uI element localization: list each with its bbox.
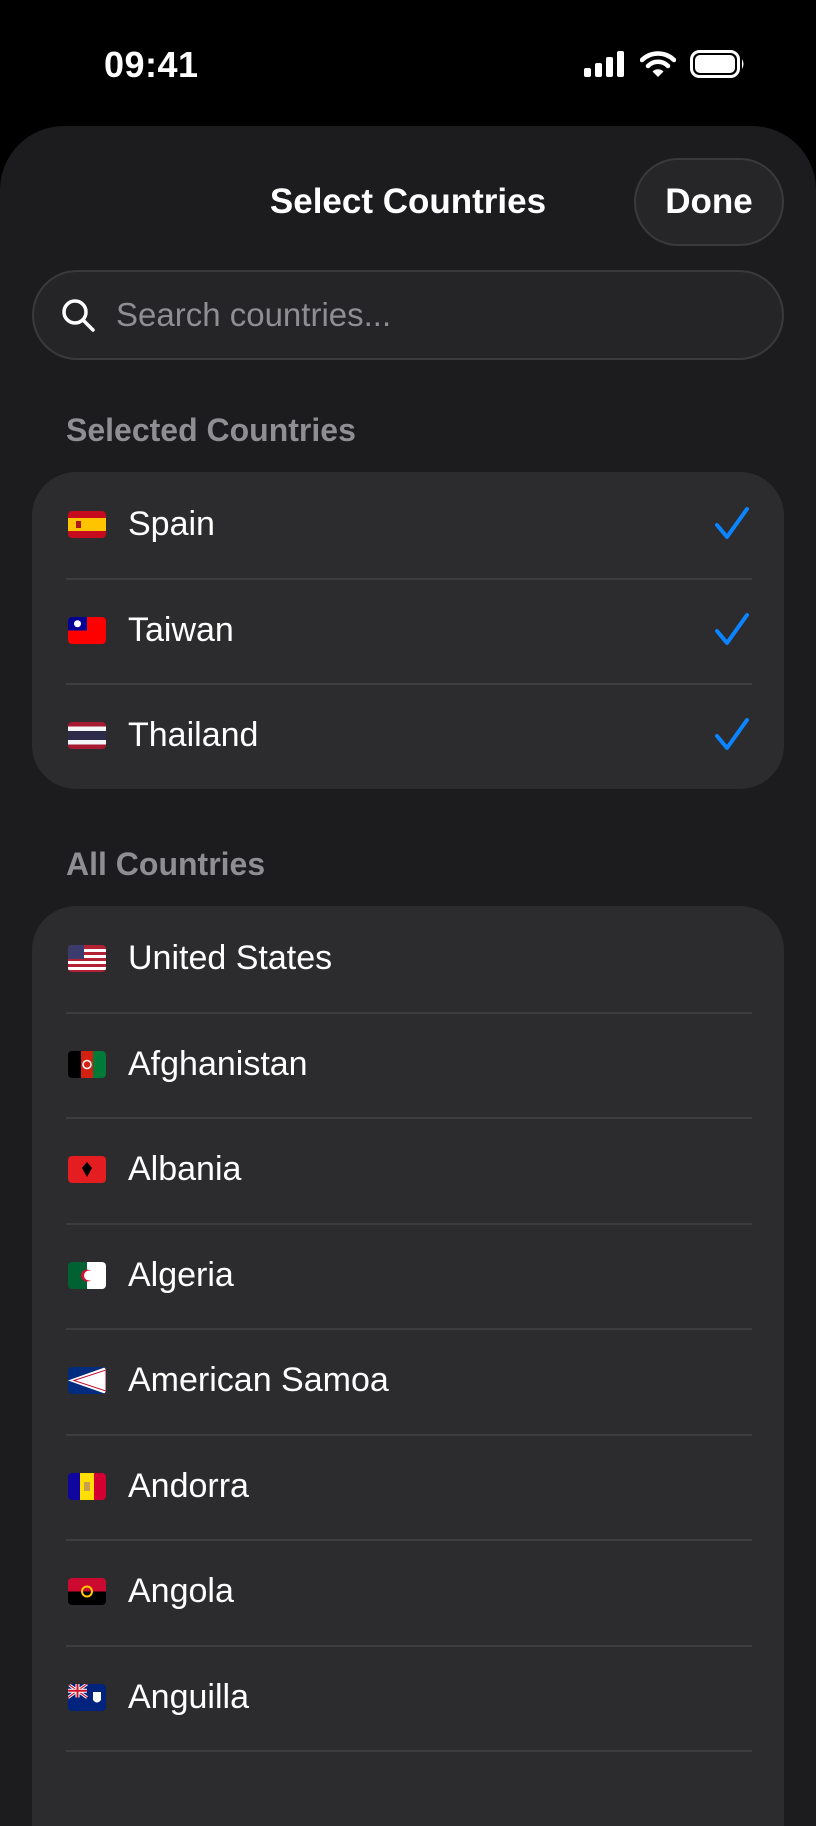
country-name: Anguilla [128, 1677, 249, 1716]
checkmark-icon [715, 507, 749, 539]
status-icons [584, 50, 746, 78]
country-name: Afghanistan [128, 1044, 308, 1083]
american-samoa-flag-icon [68, 1367, 106, 1395]
status-bar: 09:41 [0, 0, 816, 126]
algeria-flag-icon [68, 1261, 106, 1289]
country-name: United States [128, 939, 333, 978]
selected-country-row-thailand[interactable]: Thailand [32, 683, 784, 789]
country-row-afghanistan[interactable]: Afghanistan [32, 1011, 784, 1118]
country-name: Andorra [128, 1466, 249, 1505]
search-icon [62, 299, 95, 332]
all-countries-list: United States Afghanistan Albania Algeri… [32, 906, 784, 1826]
country-name: Thailand [128, 716, 259, 755]
checkmark-icon [715, 718, 749, 750]
country-row-algeria[interactable]: Algeria [32, 1222, 784, 1329]
thailand-flag-icon [68, 722, 106, 750]
checkmark-icon [715, 612, 749, 645]
albania-flag-icon [68, 1156, 106, 1184]
country-row-anguilla[interactable]: Anguilla [32, 1644, 784, 1751]
country-picker-sheet: Select Countries Done Search countries..… [0, 126, 816, 1826]
country-name: Taiwan [128, 610, 234, 649]
united-states-flag-icon [68, 945, 106, 973]
selected-countries-list: Spain Taiwan Thailand [32, 472, 784, 789]
andorra-flag-icon [68, 1472, 106, 1500]
country-row-angola[interactable]: Angola [32, 1539, 784, 1645]
selected-country-row-taiwan[interactable]: Taiwan [32, 577, 784, 684]
selected-country-row-spain[interactable]: Spain [32, 472, 784, 578]
done-button[interactable]: Done [634, 158, 784, 246]
country-row-andorra[interactable]: Andorra [32, 1433, 784, 1540]
country-name: Spain [128, 505, 215, 544]
country-name: Algeria [128, 1255, 234, 1294]
angola-flag-icon [68, 1578, 106, 1606]
spain-flag-icon [68, 511, 106, 539]
all-countries-header: All Countries [66, 846, 266, 882]
country-row-partial [32, 1750, 784, 1826]
battery-icon [690, 50, 744, 78]
wifi-icon [640, 51, 676, 77]
country-name: Angola [128, 1572, 234, 1611]
country-row-american-samoa[interactable]: American Samoa [32, 1328, 784, 1434]
search-placeholder: Search countries... [116, 296, 392, 333]
cellular-signal-icon [584, 51, 624, 77]
search-input[interactable]: Search countries... [32, 270, 784, 360]
selected-countries-header: Selected Countries [66, 412, 356, 448]
country-name: American Samoa [128, 1361, 389, 1400]
status-time: 09:41 [104, 44, 199, 85]
country-row-albania[interactable]: Albania [32, 1117, 784, 1223]
afghanistan-flag-icon [68, 1050, 106, 1078]
taiwan-flag-icon [68, 616, 106, 644]
country-row-united-states[interactable]: United States [32, 906, 784, 1012]
country-name: Albania [128, 1150, 242, 1189]
anguilla-flag-icon [68, 1683, 106, 1711]
